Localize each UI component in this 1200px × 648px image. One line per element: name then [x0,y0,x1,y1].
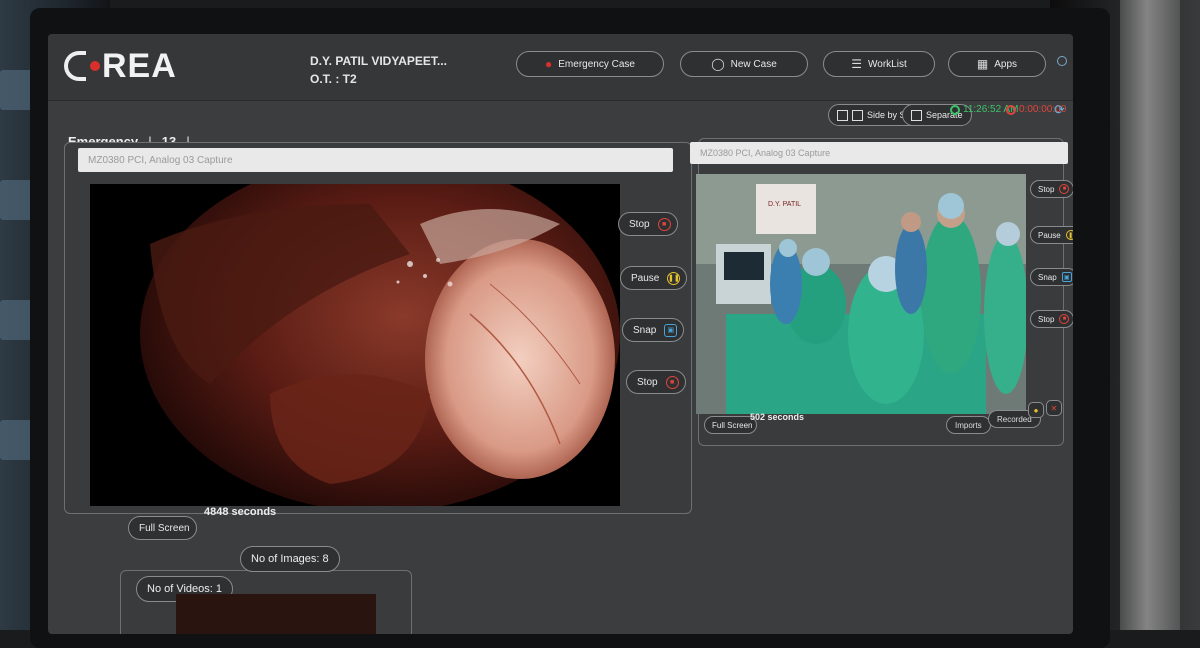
stopwatch-icon [1006,104,1016,115]
images-count: No of Images: 8 [240,546,340,572]
hospital-info: D.Y. PATIL VIDYAPEET... O.T. : T2 [310,52,447,88]
imports-button[interactable]: Imports [946,416,991,434]
stop-icon: ■ [1059,184,1070,194]
record-icon[interactable]: ● [1028,402,1044,418]
hospital-name: D.Y. PATIL VIDYAPEET... [310,54,447,68]
refresh-icon[interactable]: ⟳ [1054,102,1065,118]
operating-room-image: D.Y. PATIL [696,174,1026,414]
left-snap-button[interactable]: Snap ▣ [622,318,685,342]
logo-text: REA [102,46,177,85]
right-video-feed[interactable]: D.Y. PATIL [696,174,1026,414]
stop-icon: ■ [1059,314,1070,324]
stop2-label: Stop [637,376,658,388]
stop-label: Stop [1038,184,1055,194]
settings-dot-icon[interactable] [1057,56,1067,66]
checkbox-icon [837,109,848,121]
fullscreen-label: Full Screen [139,522,190,534]
fullscreen-label: Full Screen [712,420,753,430]
thumbnail-preview[interactable] [176,594,376,634]
app-logo: REA [64,46,177,86]
left-video-feed[interactable] [90,184,620,506]
apps-button[interactable]: ▦ Apps [948,51,1046,77]
top-bar: REA D.Y. PATIL VIDYAPEET... O.T. : T2 ● … [48,34,1073,101]
right-feed-caption: MZ0380 PCI, Analog 03 Capture [690,142,1068,164]
pause-icon: ❚❚ [667,271,681,285]
new-case-button[interactable]: ◯ New Case [680,51,808,77]
stop-icon: ■ [665,375,679,389]
emergency-case-button[interactable]: ● Emergency Case [516,51,664,77]
ot-label: O.T. : T2 [310,72,357,86]
left-stop-button[interactable]: Stop ■ [618,212,678,236]
left-fullscreen-button[interactable]: Full Screen [128,516,197,540]
new-case-label: New Case [730,58,777,70]
snap-label: Snap [633,324,657,336]
checkbox-icon [911,109,922,121]
right-stop-button[interactable]: Stop ■ [1030,180,1073,198]
camera-icon: ▣ [664,323,678,337]
snap-label: Snap [1038,272,1057,282]
left-elapsed-seconds: 4848 seconds [204,506,277,518]
stop2-label: Stop [1038,314,1055,324]
user-icon: ◯ [711,57,725,71]
ambulance-icon: ● [545,57,553,71]
right-stop2-button[interactable]: Stop ■ [1030,310,1073,328]
stop-label: Stop [629,218,650,230]
apps-grid-icon: ▦ [976,57,989,71]
worklist-button[interactable]: ☰ WorkList [823,51,935,77]
banner-text: D.Y. PATIL [768,201,801,208]
list-icon: ☰ [851,57,863,71]
logo-arc-icon [64,51,86,81]
worklist-label: WorkList [868,58,907,70]
close-icon[interactable]: ✕ [1046,400,1062,416]
pause-label: Pause [1038,230,1061,240]
pause-icon: ❚ [1065,230,1073,240]
left-pause-button[interactable]: Pause ❚❚ [620,266,688,290]
camera-icon: ▣ [1061,272,1072,282]
clock-icon [950,104,960,115]
checkbox-icon [852,109,863,121]
stop-icon: ■ [657,217,671,231]
right-snap-button[interactable]: Snap ▣ [1030,268,1073,286]
emergency-case-label: Emergency Case [558,58,635,70]
pause-label: Pause [631,272,660,284]
logo-dot-icon [90,61,100,71]
right-pause-button[interactable]: Pause ❚ [1030,226,1073,244]
gas-cylinder [1120,0,1180,630]
left-stop2-button[interactable]: Stop ■ [626,370,686,394]
left-feed-caption: MZ0380 PCI, Analog 03 Capture [78,148,673,172]
endoscopy-image [90,184,620,506]
apps-label: Apps [994,58,1018,70]
right-elapsed-seconds: 502 seconds [750,412,805,422]
app-window: REA D.Y. PATIL VIDYAPEET... O.T. : T2 ● … [48,34,1073,634]
